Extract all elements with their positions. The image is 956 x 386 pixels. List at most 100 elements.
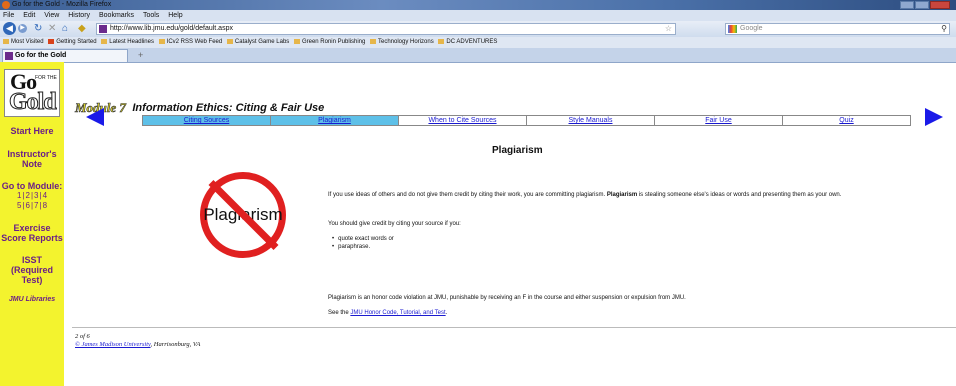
paragraph-give-credit: You should give credit by citing your so… (328, 221, 461, 227)
module-title: Information Ethics: Citing & Fair Use (132, 101, 325, 114)
module-links: 1|2|3|4 5|6|7|8 (16, 191, 48, 210)
menu-view[interactable]: View (44, 12, 59, 19)
module-header: Module 7 Information Ethics: Citing & Fa… (75, 99, 325, 115)
go-for-the-gold-logo[interactable]: Go FOR THE Gold (4, 69, 60, 117)
sidebar-goto-module: Go to Module: (1, 181, 63, 191)
search-icon[interactable]: ⚲ (941, 24, 947, 34)
minimize-button[interactable] (900, 1, 914, 9)
folder-icon (370, 38, 376, 44)
folder-icon (3, 38, 9, 44)
google-icon (728, 25, 737, 33)
logo-gold: Gold (9, 89, 58, 116)
bookmark-star-icon[interactable]: ☆ (665, 24, 672, 34)
bookmark-item[interactable]: Latest Headlines (101, 37, 154, 48)
subnav-when-to-cite[interactable]: When to Cite Sources (399, 116, 527, 125)
addon-icon[interactable]: ◆ (78, 23, 86, 35)
new-tab-button[interactable]: + (138, 51, 143, 60)
bookmark-label: Catalyst Game Labs (234, 39, 290, 45)
folder-icon (158, 38, 165, 44)
copyright-link[interactable]: © James Madison University (75, 341, 151, 348)
tab-strip: Go for the Gold + (0, 48, 956, 63)
folder-icon (438, 38, 445, 44)
folder-icon (293, 38, 300, 44)
module-link[interactable]: 1 (17, 191, 21, 200)
page-count: 2 of 6 (75, 333, 90, 340)
paragraph-honor-code: Plagiarism is an honor code violation at… (328, 295, 686, 301)
bookmark-label: Latest Headlines (109, 39, 154, 45)
sidebar-start-here[interactable]: Start Here (0, 126, 64, 136)
subnav-style-manuals[interactable]: Style Manuals (527, 116, 655, 125)
paragraph-see-link: See the JMU Honor Code, Tutorial, and Te… (328, 309, 888, 317)
window-controls (900, 1, 950, 9)
maximize-button[interactable] (915, 1, 929, 9)
reload-icon[interactable]: ↻ (34, 23, 42, 35)
bookmark-item[interactable]: Most Visited (3, 37, 44, 48)
module-link[interactable]: 3 (34, 191, 38, 200)
bookmark-item[interactable]: Catalyst Game Labs (226, 37, 290, 48)
paragraph-text: is stealing someone else's ideas or word… (638, 192, 842, 198)
previous-page-arrow-icon[interactable] (86, 108, 104, 126)
paragraph-text: See the (328, 310, 349, 316)
tab-title: Go for the Gold (15, 52, 67, 59)
tab-go-for-the-gold[interactable]: Go for the Gold (2, 49, 128, 62)
menu-tools[interactable]: Tools (143, 12, 159, 19)
menu-file[interactable]: File (3, 12, 14, 19)
close-button[interactable] (930, 1, 950, 9)
paragraph-text: If you use ideas of others and do not gi… (328, 192, 606, 198)
module-link[interactable]: 8 (43, 201, 47, 210)
module-link[interactable]: 4 (43, 191, 47, 200)
bookmark-item[interactable]: ICv2 RSS Web Feed (158, 37, 223, 48)
back-button[interactable]: ◀ (3, 22, 16, 35)
subnav-fair-use[interactable]: Fair Use (655, 116, 783, 125)
honor-code-link[interactable]: JMU Honor Code, Tutorial, and Test (350, 310, 445, 316)
site-favicon (5, 52, 13, 60)
bookmark-label: Green Ronin Publishing (301, 39, 366, 45)
address-bar[interactable]: http://www.lib.jmu.edu/gold/default.aspx… (96, 23, 676, 35)
window-titlebar: Go for the Gold - Mozilla Firefox (0, 0, 956, 10)
site-favicon (99, 25, 107, 33)
url-text: http://www.lib.jmu.edu/gold/default.aspx (110, 25, 233, 32)
paragraph-definition: If you use ideas of others and do not gi… (328, 191, 888, 199)
folder-icon (101, 38, 108, 44)
menu-history[interactable]: History (68, 12, 90, 19)
menu-bar: File Edit View History Bookmarks Tools H… (0, 10, 956, 21)
bookmark-item[interactable]: Getting Started (48, 37, 97, 48)
search-placeholder: Google (740, 25, 763, 32)
footer-divider (72, 327, 956, 328)
module-link[interactable]: 2 (26, 191, 30, 200)
bookmark-label: Most Visited (11, 39, 44, 45)
sidebar-isst[interactable]: ISST (Required Test) (0, 255, 64, 285)
no-plagiarism-sign: Plagiarism (200, 172, 286, 258)
home-icon[interactable]: ⌂ (62, 23, 68, 35)
sidebar: Go FOR THE Gold Start Here Instructor's … (0, 62, 64, 386)
subnav-quiz[interactable]: Quiz (783, 116, 910, 125)
sidebar-exercise-scores[interactable]: Exercise Score Reports (0, 223, 64, 243)
bookmarks-toolbar: Most Visited Getting Started Latest Head… (0, 37, 956, 48)
module-link[interactable]: 5 (17, 201, 21, 210)
folder-icon (226, 38, 233, 44)
bookmark-item[interactable]: DC ADVENTURES (438, 37, 497, 48)
menu-bookmarks[interactable]: Bookmarks (99, 12, 134, 19)
list-item: paraphrase. (332, 243, 888, 251)
bookmark-item[interactable]: Technology Horizons (370, 37, 434, 48)
module-subnav: Citing Sources Plagiarism When to Cite S… (142, 115, 911, 126)
menu-help[interactable]: Help (168, 12, 182, 19)
window-title: Go for the Gold - Mozilla Firefox (12, 1, 112, 8)
bookmark-label: ICv2 RSS Web Feed (166, 39, 223, 45)
sidebar-jmu-libraries[interactable]: JMU Libraries (0, 295, 64, 305)
stop-icon[interactable]: ✕ (48, 23, 56, 35)
forward-button[interactable]: ▶ (18, 24, 27, 33)
search-bar[interactable]: Google ⚲ (725, 23, 950, 35)
subnav-plagiarism[interactable]: Plagiarism (271, 116, 399, 125)
footer: 2 of 6 © James Madison University, Harri… (75, 333, 200, 349)
sidebar-instructors-note[interactable]: Instructor's Note (0, 149, 64, 169)
bookmark-item[interactable]: Green Ronin Publishing (293, 37, 366, 48)
menu-edit[interactable]: Edit (23, 12, 35, 19)
logo-for-the: FOR THE (35, 75, 57, 81)
subnav-citing-sources[interactable]: Citing Sources (143, 116, 271, 125)
bookmark-label: DC ADVENTURES (446, 39, 498, 45)
next-page-arrow-icon[interactable] (925, 108, 943, 126)
bookmark-label: Technology Horizons (378, 39, 434, 45)
module-link[interactable]: 6 (26, 201, 30, 210)
module-link[interactable]: 7 (34, 201, 38, 210)
